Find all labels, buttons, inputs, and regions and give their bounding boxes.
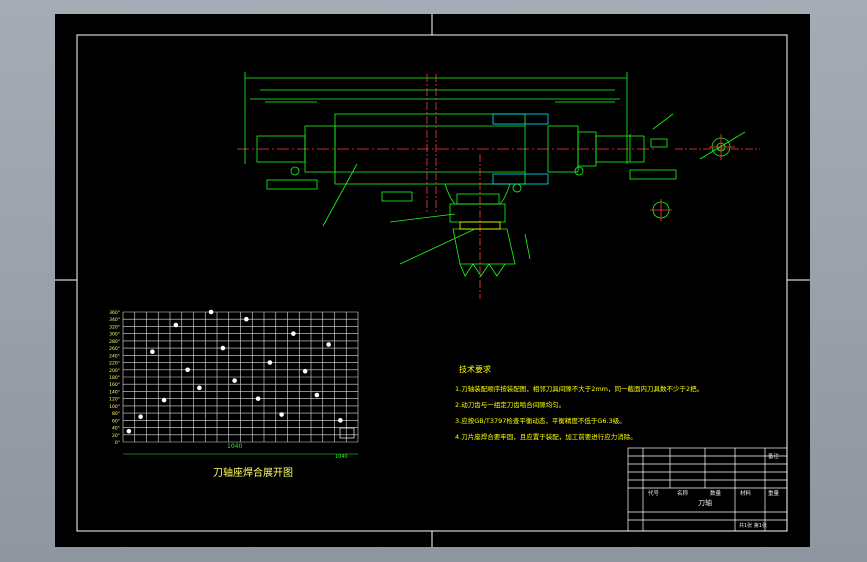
tb-header-code: 代号 [648,491,660,497]
development-chart: 0°20°40° 60°80°100°120° 140°160°180°200°22… [109,309,359,455]
chart-blade-point [208,309,214,315]
chart-blade-point [173,322,179,328]
tb-header-weight: 重量 [768,491,780,497]
chart-tick-label: 260° [109,346,120,352]
chart-tick-label: 80° [112,411,120,417]
tb-header-material: 材料 [740,491,752,497]
tb-header-qty: 数量 [710,491,722,497]
chart-tick-label: 140° [109,389,120,395]
chart-blade-point [338,418,343,423]
note-1: 1.刀轴装配顺序按装配图，相邻刀具间隙不大于2mm，同一截面内刀具数不少于2把。 [455,385,704,393]
chart-tick-label: 120° [109,397,120,403]
chart-tick-label: 20° [112,433,120,439]
chart-blade-point [267,360,273,365]
chart-tick-label: 280° [109,339,120,345]
chart-blade-point [279,412,284,417]
note-2: 2.动刀齿与一组定刀齿啮合间隙均匀。 [455,401,566,409]
chart-tick-label: 100° [109,404,120,410]
chart-blade-point [291,331,296,336]
chart-tick-label: 240° [109,353,120,359]
chart-blade-point [244,316,249,322]
chart-detail-box [339,427,355,439]
chart-blade-point [232,378,237,383]
chart-blade-point [150,349,155,355]
chart-blade-point [185,367,190,373]
tb-part-name: 刀轴 [698,499,712,507]
chart-blade-point [220,345,226,351]
drawing-svg: 0°20°40° 60°80°100°120° 140°160°180°200°22… [55,14,810,547]
chart-blade-point [314,392,320,398]
chart-tick-label: 340° [109,317,120,323]
chart-tick-label: 220° [109,361,120,367]
chart-tick-label: 60° [112,418,120,424]
chart-tick-label: 180° [109,375,120,381]
chart-length-label: 1040 [227,443,243,450]
chart-blade-point [326,342,331,347]
note-3: 3.应按GB/T3797检查平衡动态，平衡精度不低于G6.3级。 [455,417,626,425]
tb-sheet: 共1张 第1张 [739,523,767,529]
chart-small-label: 1040 [335,454,348,460]
chart-tick-label: 200° [109,368,120,374]
chart-blade-point [161,397,167,403]
chart-blade-point [197,385,202,391]
tb-header-remark: 备注 [768,454,780,460]
chart-tick-label: 360° [109,310,120,316]
tb-header-name: 名称 [677,491,689,497]
note-4: 4.刀片座焊合要牢固，且应置于装配，加工前要进行应力消除。 [455,433,637,441]
chart-caption: 刀轴座焊合展开图 [213,468,293,479]
chart-blade-point [138,414,143,420]
chart-tick-label: 300° [109,332,120,338]
drawing-canvas[interactable]: 0° 20° 40° 60° 80° 100° 120° 140° 160° 180° 200° 22… [55,14,810,547]
notes-title: 技术要求 [459,365,491,374]
chart-tick-label: 320° [109,324,120,330]
chart-tick-label: 0° [115,440,120,446]
chart-blade-point [302,368,308,374]
sheet-border [76,34,788,532]
chart-tick-label: 40° [112,426,120,432]
shaft-assembly [237,72,760,299]
chart-blade-point [255,396,261,401]
chart-tick-label: 160° [109,382,120,388]
chart-blade-point [126,428,132,434]
